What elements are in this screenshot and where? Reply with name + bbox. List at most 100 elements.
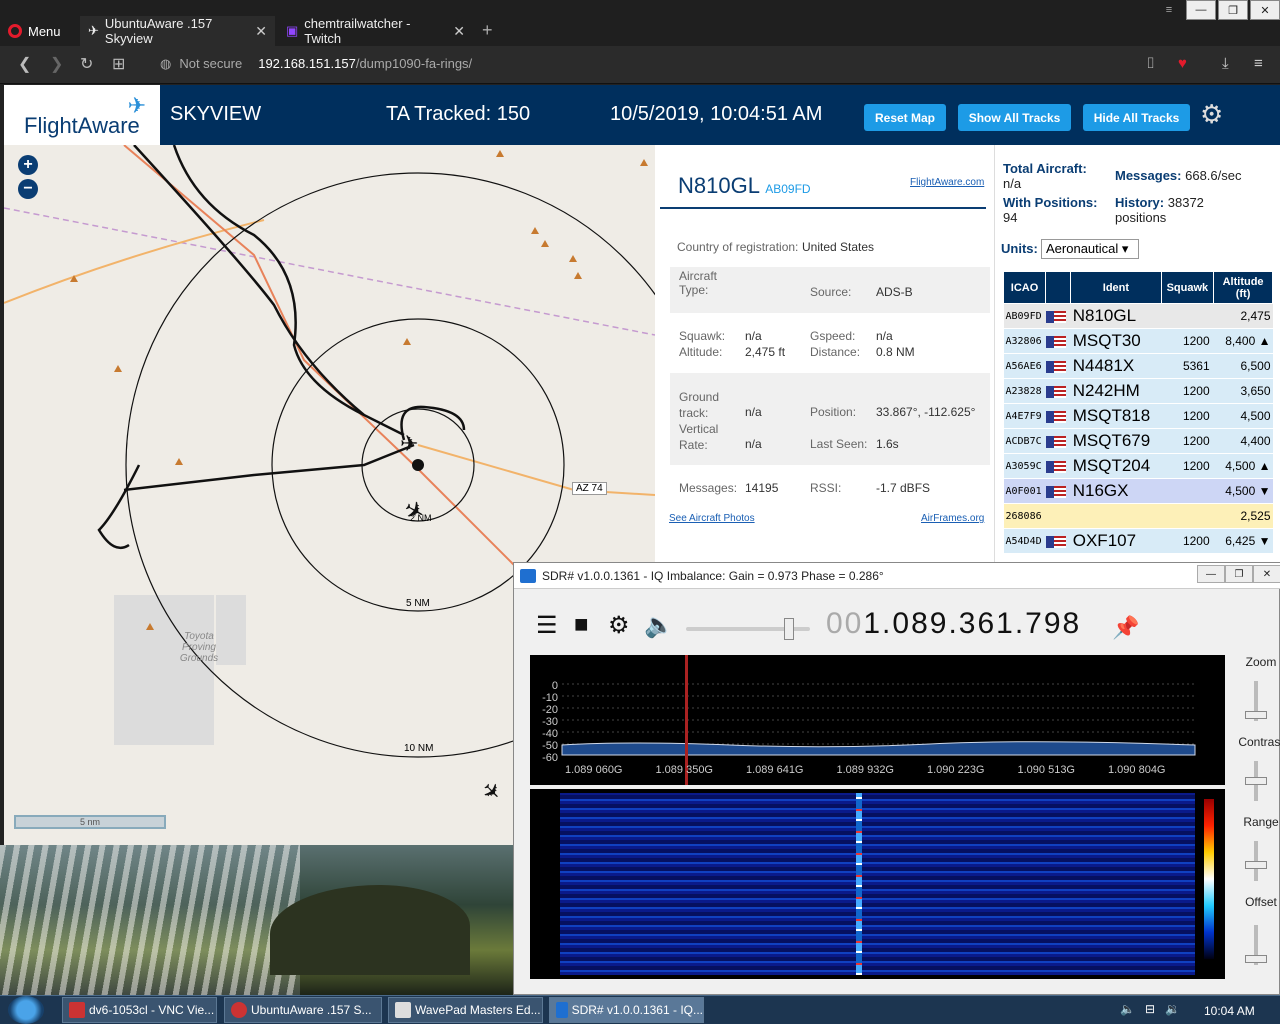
minimize-button[interactable]: —	[1186, 0, 1216, 20]
col-altitude[interactable]: Altitude (ft)	[1213, 271, 1273, 304]
units-select[interactable]: Aeronautical ▾	[1041, 239, 1139, 259]
zoom-in-button[interactable]: +	[18, 155, 38, 175]
opera-menu-button[interactable]: Menu	[8, 20, 61, 42]
tab-skyview[interactable]: ✈ UbuntuAware .157 Skyview ✕	[80, 16, 275, 46]
close-tab-icon[interactable]: ✕	[453, 23, 465, 40]
menu-lines-icon[interactable]: ≡	[1254, 55, 1263, 72]
taskbar-label: WavePad Masters Ed...	[415, 1003, 541, 1017]
col-ident[interactable]: Ident	[1070, 271, 1162, 304]
sdr-title: SDR# v1.0.0.1361 - IQ Imbalance: Gain = …	[542, 568, 884, 583]
freq-tick-label: 1.089 641G	[746, 764, 804, 776]
table-row[interactable]: ACDB7C MSQT679 1200 4,400	[1003, 428, 1273, 454]
pin-icon[interactable]: 📌	[1112, 615, 1139, 641]
settings-gear-icon[interactable]: ⚙	[608, 611, 630, 640]
speaker-tray-icon[interactable]: 🔉	[1165, 1002, 1180, 1016]
hide-all-tracks-button[interactable]: Hide All Tracks	[1083, 104, 1190, 131]
forward-icon[interactable]: ❯	[50, 54, 63, 74]
contrast-slider-thumb[interactable]	[1245, 777, 1267, 785]
download-icon[interactable]: ⤓	[1222, 55, 1229, 72]
col-icao[interactable]: ICAO	[1002, 271, 1047, 304]
range-slider[interactable]	[1245, 841, 1267, 881]
col-squawk[interactable]: Squawk	[1160, 271, 1215, 304]
db-tick-label: -60	[542, 752, 558, 764]
speaker-icon[interactable]: 🔈	[644, 611, 674, 640]
close-button[interactable]: ✕	[1250, 0, 1280, 20]
sdr-close-button[interactable]: ✕	[1253, 565, 1280, 583]
table-row[interactable]: A54D4D OXF107 1200 6,425 ▼	[1003, 528, 1273, 554]
speed-dial-icon[interactable]: ⊞	[112, 54, 125, 74]
settings-gear-icon[interactable]: ⚙	[1200, 99, 1223, 130]
range-slider-thumb[interactable]	[1245, 861, 1267, 869]
new-tab-icon[interactable]: +	[482, 20, 493, 41]
taskbar-item-vnc[interactable]: dv6-1053cl - VNC Vie...	[62, 997, 217, 1023]
frequency-value: 1.089.361.798	[863, 607, 1082, 640]
sdr-titlebar: SDR# v1.0.0.1361 - IQ Imbalance: Gain = …	[514, 563, 1280, 589]
table-row[interactable]: A0F001 N16GX 4,500 ▼	[1003, 478, 1273, 504]
flag-cell	[1045, 503, 1071, 529]
contrast-slider[interactable]	[1245, 761, 1267, 801]
units-value: Aeronautical	[1046, 241, 1119, 256]
volume-slider-thumb[interactable]	[784, 618, 794, 640]
clock[interactable]: 10:04 AM	[1204, 1004, 1255, 1018]
table-row[interactable]: A56AE6 N4481X 5361 6,500	[1003, 353, 1273, 379]
taskbar-item-wavepad[interactable]: WavePad Masters Ed...	[388, 997, 543, 1023]
taskbar-item-sdr[interactable]: SDR# v1.0.0.1361 - IQ...	[549, 997, 704, 1023]
volume-slider[interactable]	[686, 618, 810, 640]
zoom-out-button[interactable]: −	[18, 179, 38, 199]
lastseen-value: 1.6s	[876, 437, 899, 451]
zoom-slider-thumb[interactable]	[1245, 711, 1267, 719]
flag-cell	[1045, 478, 1071, 504]
zoom-slider[interactable]	[1245, 681, 1267, 721]
squawk-cell: 5361	[1161, 353, 1214, 379]
squawk-cell	[1161, 503, 1214, 529]
db-tick-label: -10	[542, 692, 558, 704]
close-tab-icon[interactable]: ✕	[255, 23, 267, 40]
rssi-value: -1.7 dBFS	[876, 481, 931, 495]
table-row[interactable]: AB09FD N810GL 2,475	[1003, 303, 1273, 329]
sdr-minimize-button[interactable]: —	[1197, 565, 1225, 583]
spectrum-analyzer[interactable]: 0 -10 -20 -30 -40 -50 -60 1.089 060G 1.089 350G…	[530, 655, 1225, 785]
selected-aircraft-icon[interactable]: ✈	[400, 431, 418, 457]
heart-icon[interactable]: ♥	[1178, 55, 1187, 72]
waterfall-display[interactable]	[530, 789, 1225, 979]
squawk-cell: 1200	[1161, 403, 1214, 429]
offset-slider-thumb[interactable]	[1245, 955, 1267, 963]
table-row[interactable]: 268086 2,525	[1003, 503, 1273, 529]
tab-twitch[interactable]: ▣ chemtrailwatcher - Twitch ✕	[278, 16, 473, 46]
start-button[interactable]	[8, 996, 44, 1024]
easy-setup-icon[interactable]: ≡	[1154, 0, 1184, 20]
back-icon[interactable]: ❮	[18, 54, 31, 74]
airframes-link[interactable]: AirFrames.org	[921, 513, 984, 524]
spectrum-plot: 0-10-20-30-40-50-60 1.089 060G 1.089 350G…	[542, 655, 1196, 785]
flightaware-link[interactable]: FlightAware.com	[910, 177, 984, 188]
table-row[interactable]: A23828 N242HM 1200 3,650	[1003, 378, 1273, 404]
col-flag[interactable]	[1045, 271, 1072, 304]
flightaware-logo[interactable]: FlightAware ✈	[4, 85, 160, 145]
reload-icon[interactable]: ↻	[80, 54, 93, 74]
network-tray-icon[interactable]: ⊟	[1145, 1002, 1155, 1016]
hamburger-menu-icon[interactable]: ☰	[536, 611, 558, 640]
url-field[interactable]: ◍ Not secure 192.168.151.157/dump1090-fa…	[160, 56, 472, 72]
track-label: Ground track:	[679, 390, 720, 420]
altitude-cell: 4,400	[1213, 428, 1273, 454]
messages-value: 14195	[745, 481, 779, 495]
offset-slider[interactable]	[1245, 925, 1267, 965]
squawk-cell: 1200	[1161, 428, 1214, 454]
aircraft-photos-link[interactable]: See Aircraft Photos	[669, 513, 755, 524]
window-controls: ≡ — ❐ ✕	[1152, 0, 1280, 20]
us-flag-icon	[1045, 385, 1066, 398]
stop-icon[interactable]: ■	[574, 611, 589, 639]
aircraft-rows: AB09FD N810GL 2,475 A32806 MSQT30 1200 8,400 ▲…	[1003, 303, 1273, 554]
sdr-maximize-button[interactable]: ❐	[1225, 565, 1253, 583]
volume-tray-icon[interactable]: 🔈	[1120, 1002, 1135, 1016]
camera-icon[interactable]: ⌷	[1146, 55, 1155, 72]
table-row[interactable]: A32806 MSQT30 1200 8,400 ▲	[1003, 328, 1273, 354]
taskbar-item-opera[interactable]: UbuntuAware .157 S...	[224, 997, 382, 1023]
aircraft-hex[interactable]: AB09FD	[765, 182, 810, 196]
reset-map-button[interactable]: Reset Map	[864, 104, 946, 131]
frequency-display[interactable]: 001.089.361.798	[826, 607, 1081, 641]
table-row[interactable]: A4E7F9 MSQT818 1200 4,500	[1003, 403, 1273, 429]
table-row[interactable]: A3059C MSQT204 1200 4,500 ▲	[1003, 453, 1273, 479]
show-all-tracks-button[interactable]: Show All Tracks	[958, 104, 1071, 131]
maximize-button[interactable]: ❐	[1218, 0, 1248, 20]
